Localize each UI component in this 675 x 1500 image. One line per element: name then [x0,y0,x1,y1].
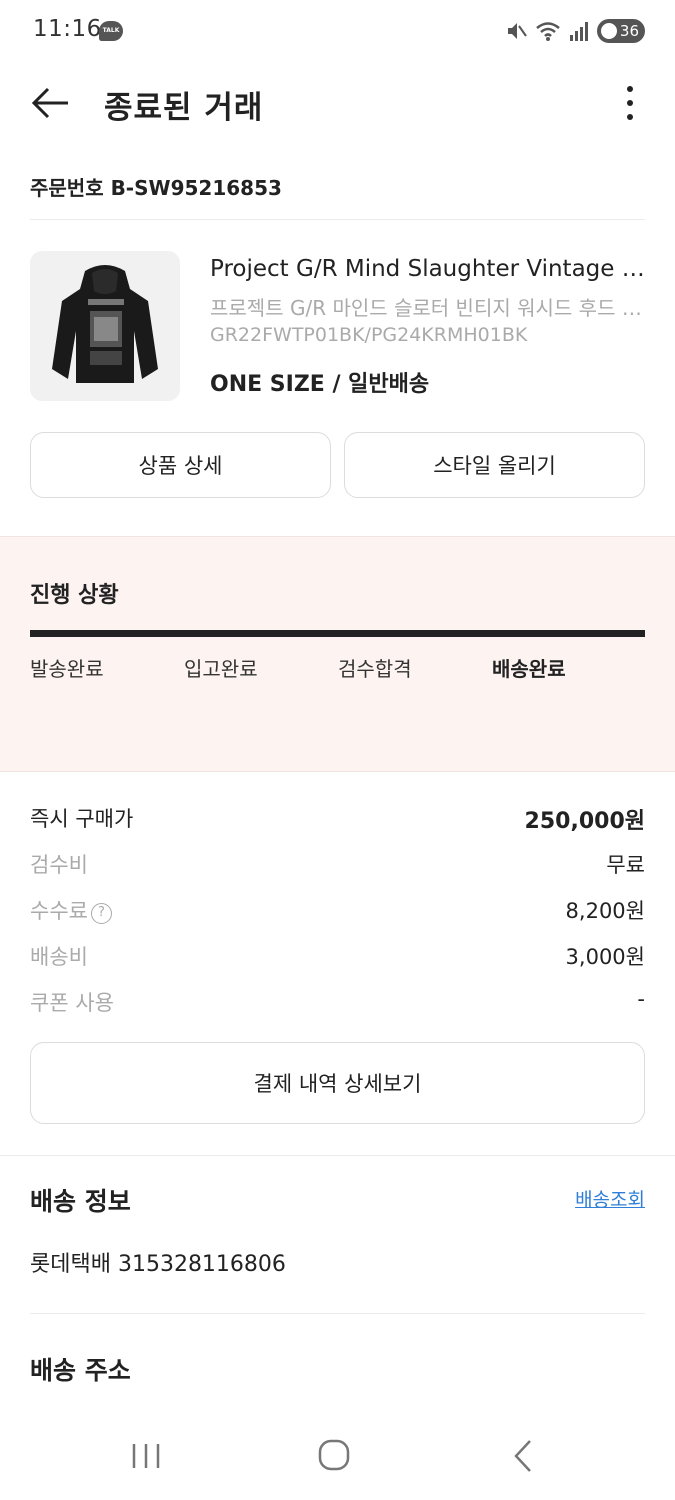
divider [30,1313,645,1314]
price-label: 검수비 [30,853,88,877]
progress-step-shipped: 발송완료 [30,657,104,681]
shipping-address-title: 배송 주소 [30,1356,131,1385]
divider [0,1155,675,1156]
price-label: 수수료 [30,899,88,923]
progress-step-inspected: 검수합격 [338,657,412,681]
price-value: 250,000원 [524,809,645,834]
progress-title: 진행 상황 [30,583,119,608]
tracking-number: 롯데택배 315328116806 [30,1252,286,1277]
product-code: GR22FWTP01BK/PG24KRMH01BK [210,324,528,346]
back-arrow-icon[interactable] [30,82,72,124]
battery-level: 36 [619,22,639,40]
product-option: ONE SIZE / 일반배송 [210,372,430,397]
product-name-ko: 프로젝트 G/R 마인드 슬로터 빈티지 워시드 후드 블랙 [210,296,645,320]
page-title: 종료된 거래 [104,90,264,126]
price-label: 배송비 [30,945,88,969]
progress-step-delivered: 배송완료 [492,657,566,681]
system-nav-bar [0,1410,675,1500]
price-row-inspection-fee: 검수비 무료 [30,849,645,883]
price-label-wrap: 수수료? [30,895,112,925]
nav-back-icon[interactable] [504,1438,544,1474]
shipping-info-title: 배송 정보 [30,1187,131,1216]
price-row-coupon: 쿠폰 사용 - [30,987,645,1021]
upload-style-button[interactable]: 스타일 올리기 [344,432,645,498]
price-value: - [637,987,645,1011]
status-time: 11:16 [33,16,102,42]
progress-bar-fill [30,630,645,637]
home-icon[interactable] [314,1438,354,1474]
wifi-icon [536,22,560,41]
product-name-en: Project G/R Mind Slaughter Vintage Washe… [210,256,645,282]
recent-apps-icon[interactable] [126,1438,166,1474]
progress-step-received: 입고완료 [184,657,258,681]
kakaotalk-icon: TALK [99,21,123,41]
help-icon[interactable]: ? [90,903,112,924]
price-label: 즉시 구매가 [30,807,134,831]
power-saving-icon [601,23,617,39]
price-row-instant-buy: 즉시 구매가 250,000원 [30,803,645,837]
track-delivery-link[interactable]: 배송조회 [575,1185,645,1212]
product-detail-button[interactable]: 상품 상세 [30,432,331,498]
price-value: 3,000원 [565,945,645,969]
payment-detail-button[interactable]: 결제 내역 상세보기 [30,1042,645,1124]
progress-section: 진행 상황 발송완료 입고완료 검수합격 배송완료 [0,536,675,772]
mute-icon [508,23,527,39]
price-row-shipping-fee: 배송비 3,000원 [30,941,645,975]
status-icons: 36 [505,18,645,44]
hoodie-image [52,265,158,383]
price-row-commission: 수수료? 8,200원 [30,895,645,929]
battery-icon: 36 [597,19,645,43]
order-number: 주문번호 B-SW95216853 [30,176,282,200]
more-options-icon[interactable] [621,82,639,124]
status-bar: 11:16 TALK 36 [0,0,675,62]
divider [30,219,645,220]
price-value: 8,200원 [565,899,645,923]
app-header: 종료된 거래 [0,62,675,144]
progress-bar [30,630,645,637]
price-label: 쿠폰 사용 [30,991,114,1015]
product-image[interactable] [30,251,180,401]
signal-icon [570,22,588,41]
price-value: 무료 [606,853,645,877]
